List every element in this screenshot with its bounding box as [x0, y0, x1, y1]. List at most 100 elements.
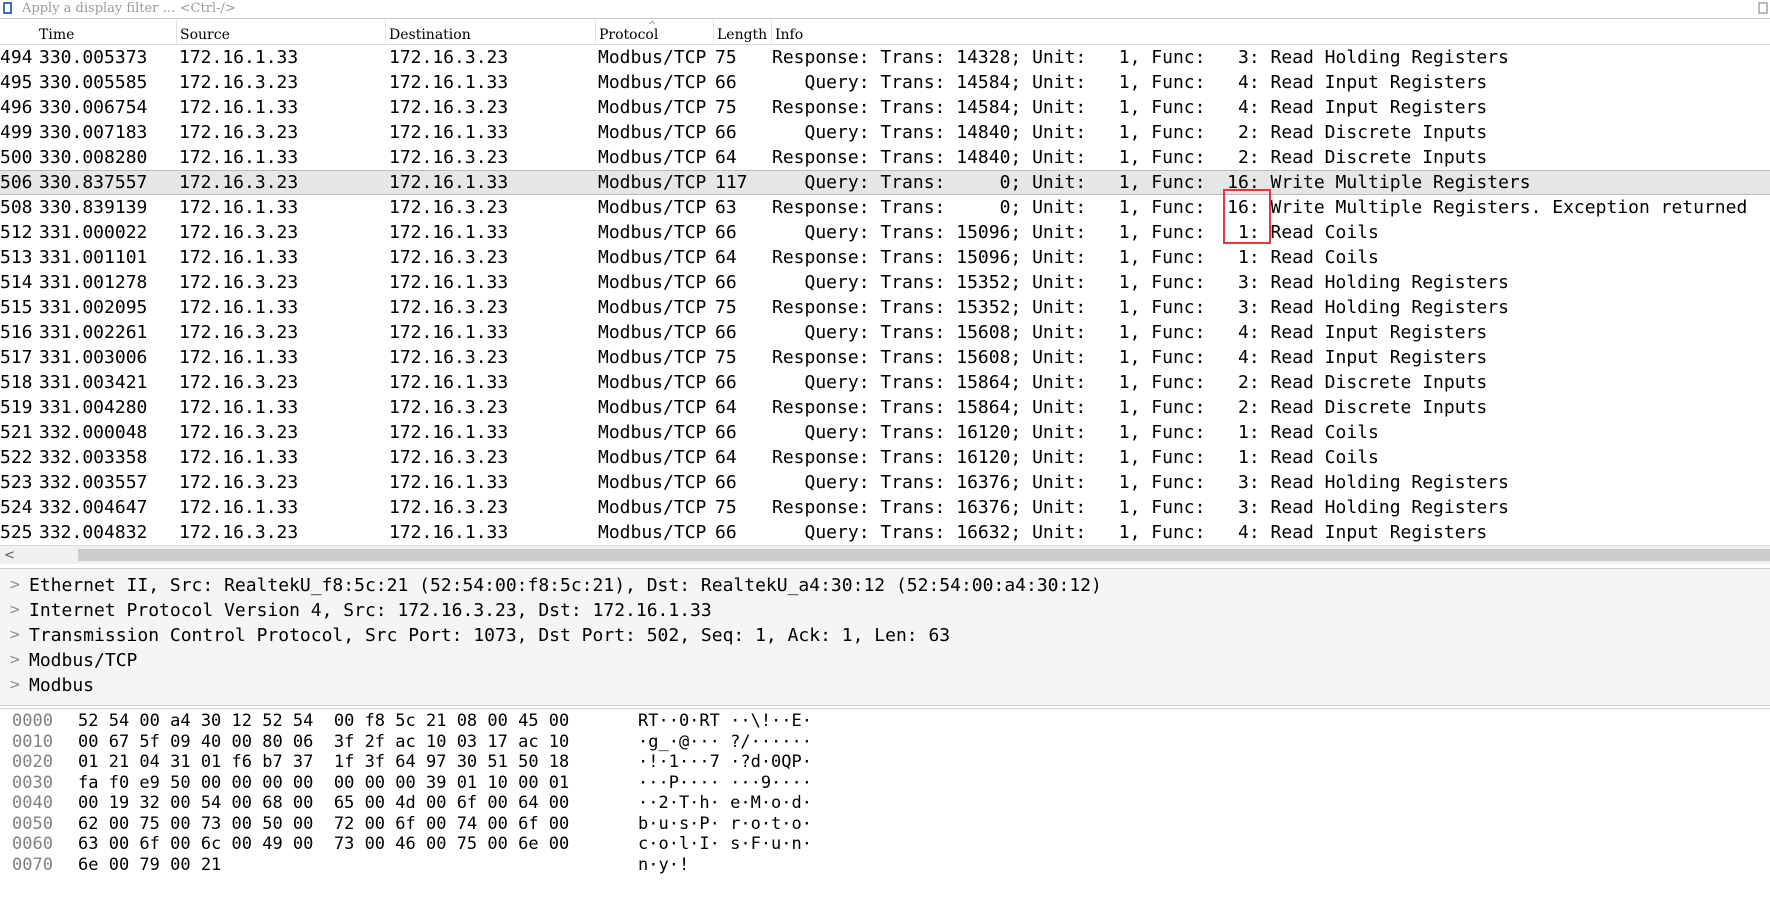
packet-source: 172.16.1.33: [179, 247, 299, 268]
packet-destination: 172.16.3.23: [389, 297, 509, 318]
packet-info: Response: Trans: 14840; Unit: 1, Func: 2…: [772, 147, 1488, 168]
packet-row[interactable]: 519 331.004280 172.16.1.33 172.16.3.23 Modbu…: [0, 395, 1770, 420]
column-header-time[interactable]: Time: [36, 20, 179, 44]
packet-row[interactable]: 506 330.837557 172.16.3.23 172.16.1.33 Modbu…: [0, 170, 1770, 195]
packet-row[interactable]: 525 332.004832 172.16.3.23 172.16.1.33 Modbu…: [0, 520, 1770, 545]
packet-source: 172.16.3.23: [179, 72, 299, 93]
tree-item-ethernet[interactable]: > Ethernet II, Src: RealtekU_f8:5c:21 (5…: [0, 573, 1102, 598]
packet-info: Query: Trans: 15352; Unit: 1, Func: 3: R…: [772, 272, 1509, 293]
packet-length: 75: [715, 497, 737, 518]
chevron-right-icon[interactable]: >: [9, 598, 21, 623]
packet-list: Time Source Destination Protocol Length …: [0, 20, 1770, 550]
packet-source: 172.16.3.23: [179, 122, 299, 143]
packet-number: 517: [0, 347, 33, 368]
packet-list-hscrollbar[interactable]: <: [0, 545, 1770, 564]
tree-item-modbus-tcp[interactable]: > Modbus/TCP: [0, 648, 137, 673]
packet-info: Query: Trans: 15096; Unit: 1, Func: 1: R…: [772, 222, 1379, 243]
packet-protocol: Modbus/TCP: [598, 247, 707, 268]
packet-destination: 172.16.3.23: [389, 397, 509, 418]
packet-time: 332.003557: [39, 472, 148, 493]
packet-time: 331.003421: [39, 372, 148, 393]
packet-row[interactable]: 523 332.003557 172.16.3.23 172.16.1.33 Modbu…: [0, 470, 1770, 495]
column-header-info[interactable]: Info: [771, 20, 1770, 44]
chevron-right-icon[interactable]: >: [9, 648, 21, 673]
filter-apply-icon[interactable]: [1758, 2, 1768, 14]
packet-source: 172.16.1.33: [179, 497, 299, 518]
chevron-right-icon[interactable]: >: [9, 573, 21, 598]
packet-time: 332.000048: [39, 422, 148, 443]
packet-info: Query: Trans: 15864; Unit: 1, Func: 2: R…: [772, 372, 1488, 393]
packet-protocol: Modbus/TCP: [598, 472, 707, 493]
packet-row[interactable]: 515 331.002095 172.16.1.33 172.16.3.23 Modbu…: [0, 295, 1770, 320]
packet-source: 172.16.3.23: [179, 222, 299, 243]
tree-item-ipv4[interactable]: > Internet Protocol Version 4, Src: 172.…: [0, 598, 712, 623]
chevron-right-icon[interactable]: >: [9, 673, 21, 698]
packet-length: 64: [715, 447, 737, 468]
packet-number: 495: [0, 72, 33, 93]
scroll-left-icon[interactable]: <: [4, 548, 15, 563]
packet-protocol: Modbus/TCP: [598, 372, 707, 393]
tree-item-modbus[interactable]: > Modbus: [0, 673, 94, 698]
packet-info: Query: Trans: 16632; Unit: 1, Func: 4: R…: [772, 522, 1488, 543]
packet-info: Response: Trans: 15864; Unit: 1, Func: 2…: [772, 397, 1488, 418]
packet-length: 66: [715, 522, 737, 543]
tree-item-label: Ethernet II, Src: RealtekU_f8:5c:21 (52:…: [29, 575, 1102, 596]
packet-length: 75: [715, 297, 737, 318]
packet-length: 64: [715, 247, 737, 268]
packet-row[interactable]: 513 331.001101 172.16.1.33 172.16.3.23 Modbu…: [0, 245, 1770, 270]
bytes-offset[interactable]: 0070: [12, 854, 53, 877]
display-filter-bar: [0, 0, 1770, 19]
packet-time: 331.004280: [39, 397, 148, 418]
packet-row[interactable]: 495 330.005585 172.16.3.23 172.16.1.33 Modbu…: [0, 70, 1770, 95]
packet-number: 518: [0, 372, 33, 393]
packet-info: Query: Trans: 16120; Unit: 1, Func: 1: R…: [772, 422, 1379, 443]
packet-row[interactable]: 516 331.002261 172.16.3.23 172.16.1.33 Modbu…: [0, 320, 1770, 345]
packet-row[interactable]: 508 330.839139 172.16.1.33 172.16.3.23 Modbu…: [0, 195, 1770, 220]
packet-length: 64: [715, 397, 737, 418]
packet-row[interactable]: 499 330.007183 172.16.3.23 172.16.1.33 Modbu…: [0, 120, 1770, 145]
packet-row[interactable]: 494 330.005373 172.16.1.33 172.16.3.23 Modbu…: [0, 45, 1770, 70]
packet-row[interactable]: 517 331.003006 172.16.1.33 172.16.3.23 Modbu…: [0, 345, 1770, 370]
packet-row[interactable]: 522 332.003358 172.16.1.33 172.16.3.23 Modbu…: [0, 445, 1770, 470]
chevron-right-icon[interactable]: >: [9, 623, 21, 648]
packet-length: 63: [715, 197, 737, 218]
packet-row[interactable]: 524 332.004647 172.16.1.33 172.16.3.23 Modbu…: [0, 495, 1770, 520]
column-header-length[interactable]: Length: [713, 20, 773, 44]
packet-row[interactable]: 514 331.001278 172.16.3.23 172.16.1.33 Modbu…: [0, 270, 1770, 295]
packet-number: 494: [0, 47, 33, 68]
column-header-source[interactable]: Source: [176, 20, 386, 44]
bytes-hex[interactable]: 6e 00 79 00 21: [78, 854, 221, 877]
packet-row[interactable]: 496 330.006754 172.16.1.33 172.16.3.23 Modbu…: [0, 95, 1770, 120]
packet-number: 522: [0, 447, 33, 468]
packet-length: 66: [715, 272, 737, 293]
packet-destination: 172.16.3.23: [389, 147, 509, 168]
column-header-destination[interactable]: Destination: [385, 20, 595, 44]
packet-number: 519: [0, 397, 33, 418]
packet-protocol: Modbus/TCP: [598, 122, 707, 143]
packet-source: 172.16.3.23: [179, 272, 299, 293]
packet-source: 172.16.1.33: [179, 447, 299, 468]
packet-row[interactable]: 521 332.000048 172.16.3.23 172.16.1.33 Modbu…: [0, 420, 1770, 445]
packet-time: 332.004647: [39, 497, 148, 518]
packet-length: 66: [715, 472, 737, 493]
packet-destination: 172.16.1.33: [389, 322, 509, 343]
packet-source: 172.16.1.33: [179, 347, 299, 368]
display-filter-input[interactable]: [22, 0, 1752, 17]
packet-number: 500: [0, 147, 33, 168]
packet-info: Query: Trans: 16376; Unit: 1, Func: 3: R…: [772, 472, 1509, 493]
packet-source: 172.16.3.23: [179, 472, 299, 493]
scrollbar-thumb[interactable]: [78, 549, 1770, 561]
packet-source: 172.16.3.23: [179, 172, 299, 193]
packet-time: 330.007183: [39, 122, 148, 143]
tree-item-tcp[interactable]: > Transmission Control Protocol, Src Por…: [0, 623, 950, 648]
packet-info: Response: Trans: 16120; Unit: 1, Func: 1…: [772, 447, 1379, 468]
packet-row[interactable]: 500 330.008280 172.16.1.33 172.16.3.23 Modbu…: [0, 145, 1770, 170]
bytes-ascii[interactable]: n·y·!: [638, 854, 689, 877]
bookmark-icon[interactable]: [2, 1, 13, 15]
packet-destination: 172.16.3.23: [389, 497, 509, 518]
packet-destination: 172.16.3.23: [389, 197, 509, 218]
packet-info: Response: Trans: 15608; Unit: 1, Func: 4…: [772, 347, 1488, 368]
packet-row[interactable]: 518 331.003421 172.16.3.23 172.16.1.33 Modbu…: [0, 370, 1770, 395]
packet-bytes-pane: 0000 52 54 00 a4 30 12 52 54 00 f8 5c 21 …: [0, 708, 1770, 898]
packet-row[interactable]: 512 331.000022 172.16.3.23 172.16.1.33 Modbu…: [0, 220, 1770, 245]
